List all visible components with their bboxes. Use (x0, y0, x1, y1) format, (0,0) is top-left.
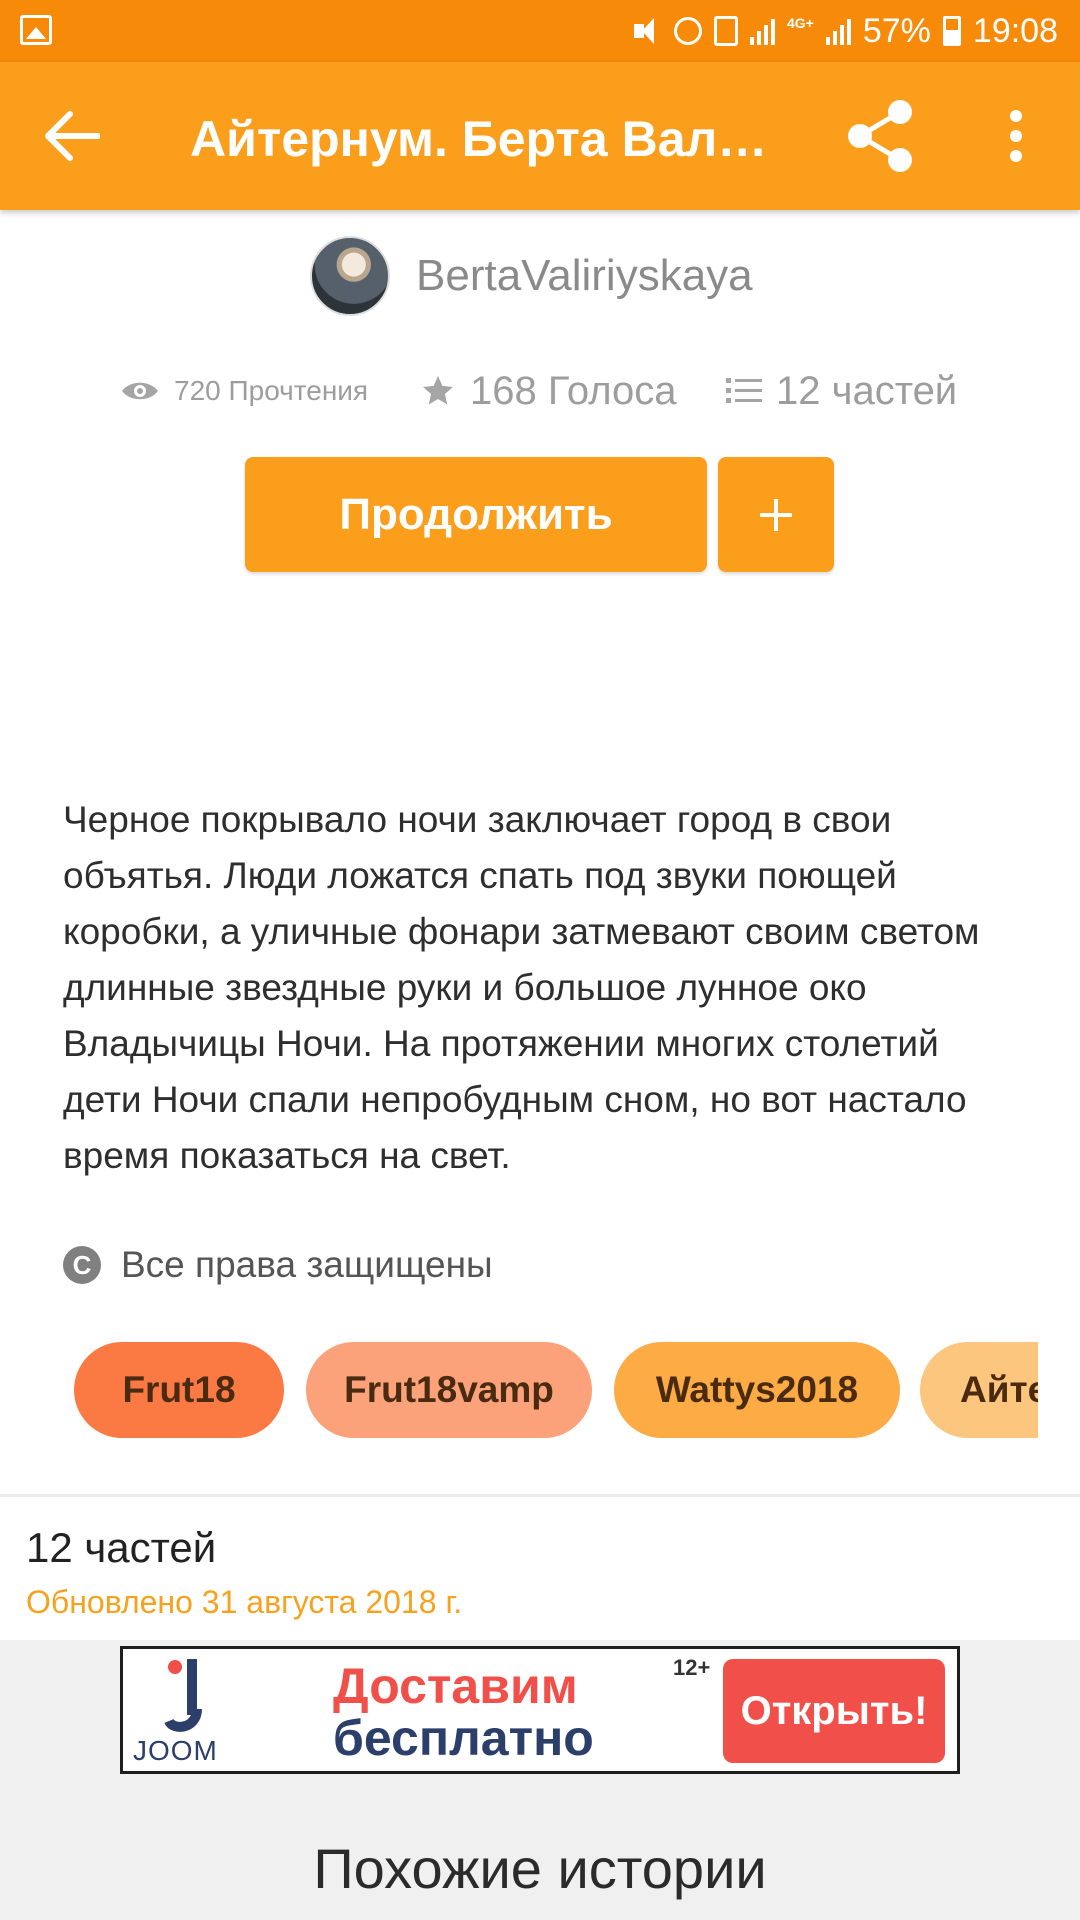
author-name[interactable]: BertaValiriyskaya (416, 251, 753, 301)
story-description: Черное покрывало ночи заключает город в … (63, 799, 980, 1176)
votes-stat: 168 Голоса (420, 366, 676, 416)
alarm-icon (673, 17, 702, 45)
similar-stories-title: Похожие истории (313, 1837, 767, 1900)
app-bar: Айтернум. Берта Вали… (0, 62, 1080, 210)
joom-logo-icon (164, 1659, 202, 1732)
parts-count-stat: 12 частей (776, 368, 958, 413)
tags-carousel[interactable]: Frut18 Frut18vamp Wattys2018 Айте (74, 1342, 1038, 1438)
ad-banner[interactable]: JOOM Доставим бесплатно 12+ Открыть! (120, 1646, 960, 1774)
table-of-contents-title[interactable]: 12 частей (26, 1524, 216, 1572)
battery-percent: 57% (862, 11, 931, 50)
status-bar: 4G+ 57% 19:08 (0, 0, 1080, 62)
copyright-label: Все права защищены (121, 1244, 493, 1285)
author-row[interactable]: BertaValiriyskaya (310, 236, 753, 316)
ad-headline-1: Доставим (333, 1658, 578, 1714)
gallery-notification-icon (20, 15, 52, 45)
author-avatar[interactable] (310, 236, 390, 316)
ad-logo-text: JOOM (133, 1735, 218, 1766)
network-type: 4G+ (786, 15, 814, 31)
signal-icon (749, 17, 775, 45)
signal-icon-2 (825, 17, 851, 45)
updated-date: Обновлено 31 августа 2018 г. (26, 1584, 463, 1620)
back-arrow-icon[interactable] (44, 110, 101, 162)
status-bar-indicators: 4G+ 57% 19:08 (632, 10, 1058, 52)
clock: 19:08 (972, 11, 1058, 50)
ad-age-rating: 12+ (673, 1655, 711, 1680)
ad-open-button[interactable]: Открыть! (723, 1659, 945, 1763)
sim-icon (713, 16, 738, 46)
plus-icon (760, 498, 792, 531)
tag-chip[interactable]: Frut18vamp (306, 1342, 592, 1438)
reads-stat: 720 Прочтения (120, 366, 368, 416)
tag-chip[interactable]: Айте (920, 1342, 1038, 1438)
mute-icon (632, 16, 662, 46)
copyright-icon: C (63, 1246, 101, 1284)
story-stats: 720 Прочтения 168 Голоса 12 частей (120, 366, 1000, 416)
copyright-row: C Все права защищены (63, 1240, 493, 1290)
parts-stat: 12 частей (726, 366, 957, 416)
reads-count: 720 Прочтения (174, 375, 369, 406)
votes-count: 168 Голоса (470, 368, 677, 413)
continue-reading-button[interactable]: Продолжить (245, 457, 707, 572)
tag-chip[interactable]: Frut18 (74, 1342, 284, 1438)
star-icon (423, 376, 453, 405)
eye-icon (122, 382, 158, 400)
battery-icon (942, 16, 961, 46)
ad-headline-2: бесплатно (333, 1710, 594, 1766)
section-divider (0, 1494, 1080, 1497)
add-to-library-button[interactable] (718, 457, 834, 572)
more-options-icon[interactable] (996, 108, 1036, 164)
list-icon (726, 378, 762, 403)
story-title: Айтернум. Берта Вали… (190, 111, 780, 167)
tag-chip[interactable]: Wattys2018 (614, 1342, 900, 1438)
share-icon[interactable] (846, 98, 914, 174)
